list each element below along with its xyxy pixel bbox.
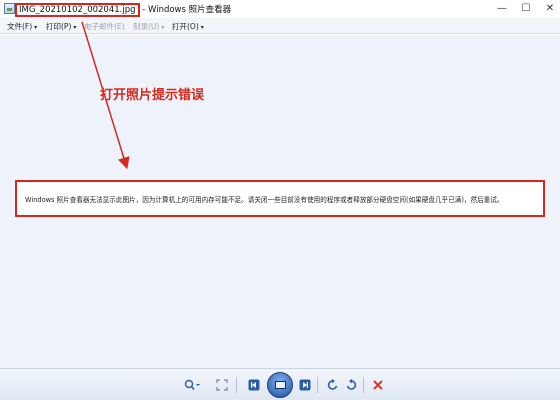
toolbar-divider <box>317 377 318 393</box>
menu-email-label: 电子邮件(E) <box>84 22 125 31</box>
close-button[interactable]: ✕ <box>536 0 560 18</box>
chevron-down-icon: ▾ <box>73 24 77 31</box>
chevron-down-icon: ▾ <box>161 24 165 31</box>
slideshow-button[interactable] <box>267 372 293 398</box>
slideshow-icon <box>275 381 286 389</box>
actual-size-icon[interactable] <box>216 379 228 394</box>
menu-burn-label: 刻录(U) <box>133 22 160 31</box>
toolbar-divider <box>236 377 237 393</box>
search-zoom-icon[interactable] <box>183 379 201 394</box>
title-file-name: IMG_20210102_002041.jpg <box>15 3 140 17</box>
menu-bar: 文件(F) ▾ 打印(P) ▾ 电子邮件(E) 刻录(U) ▾ 打开(O) ▾ <box>0 18 560 34</box>
menu-open-label: 打开(O) <box>172 22 199 31</box>
menu-open[interactable]: 打开(O) ▾ <box>172 21 204 32</box>
menu-print[interactable]: 打印(P) ▾ <box>46 21 76 32</box>
previous-icon[interactable] <box>248 379 260 394</box>
next-icon[interactable] <box>299 379 311 394</box>
error-message: Windows 照片查看器无法显示此图片，因为计算机上的可用内存可能不足。请关闭… <box>25 196 504 204</box>
title-bar: IMG_20210102_002041.jpg - Windows 照片查看器 … <box>0 0 560 18</box>
rotate-clockwise-icon[interactable] <box>345 379 357 394</box>
bottom-toolbar <box>0 368 560 400</box>
menu-email[interactable]: 电子邮件(E) <box>84 21 125 32</box>
menu-print-label: 打印(P) <box>46 22 72 31</box>
menu-file-label: 文件(F) <box>7 22 33 31</box>
menu-burn[interactable]: 刻录(U) ▾ <box>133 21 164 32</box>
annotation-label: 打开照片提示错误 <box>100 88 205 103</box>
rotate-counterclockwise-icon[interactable] <box>327 379 339 394</box>
error-message-box: Windows 照片查看器无法显示此图片，因为计算机上的可用内存可能不足。请关闭… <box>15 180 545 217</box>
delete-icon[interactable] <box>372 379 384 394</box>
toolbar-divider <box>363 377 364 393</box>
title-app-name: Windows 照片查看器 <box>147 5 232 15</box>
chevron-down-icon: ▾ <box>200 24 204 31</box>
chevron-down-icon: ▾ <box>34 24 38 31</box>
title-separator: - <box>139 5 148 15</box>
window-title: IMG_20210102_002041.jpg - Windows 照片查看器 <box>15 3 232 17</box>
photo-viewer-app-icon <box>4 3 15 14</box>
menu-file[interactable]: 文件(F) ▾ <box>7 21 37 32</box>
